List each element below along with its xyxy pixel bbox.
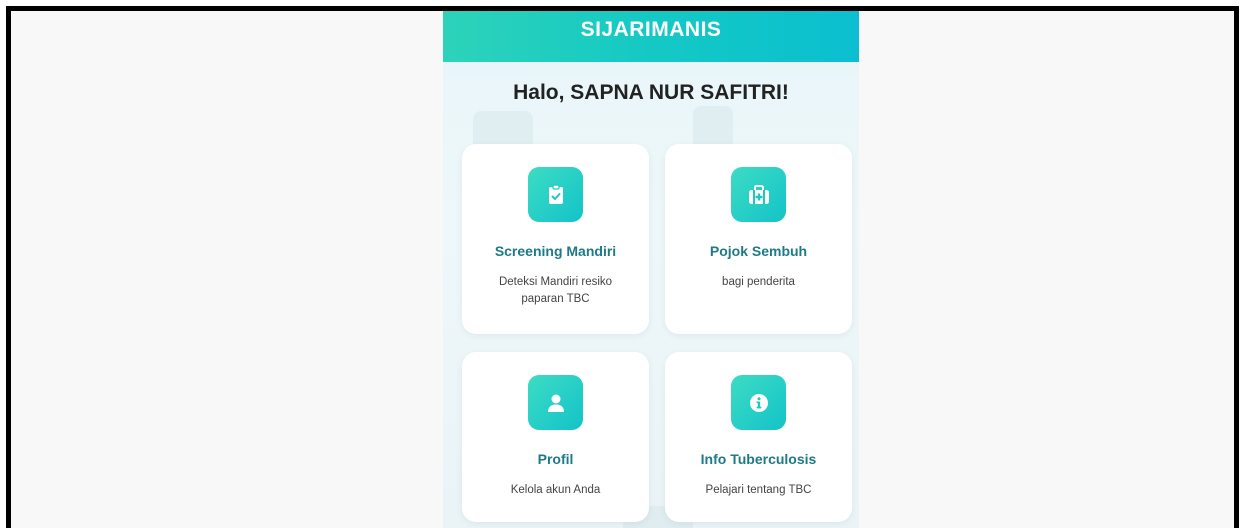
app-screen: SIJARIMANIS Halo, SAPNA NUR SAFITRI! Scr… bbox=[443, 11, 859, 528]
screenshot-frame: SIJARIMANIS Halo, SAPNA NUR SAFITRI! Scr… bbox=[6, 6, 1239, 528]
card-title: Profil bbox=[537, 451, 574, 467]
info-tuberculosis-card[interactable]: Info Tuberculosis Pelajari tentang TBC bbox=[665, 352, 852, 522]
app-header: SIJARIMANIS bbox=[443, 11, 859, 62]
greeting-text: Halo, SAPNA NUR SAFITRI! bbox=[513, 81, 789, 104]
info-icon bbox=[731, 375, 786, 430]
card-description: bagi penderita bbox=[722, 276, 795, 288]
card-description: Pelajari tentang TBC bbox=[705, 484, 812, 496]
screening-mandiri-card[interactable]: Screening Mandiri Deteksi Mandiri resiko… bbox=[462, 144, 649, 334]
clipboard-check-icon bbox=[528, 167, 583, 222]
pojok-sembuh-card[interactable]: Pojok Sembuh bagi penderita bbox=[665, 144, 852, 334]
medkit-icon bbox=[731, 167, 786, 222]
card-title: Info Tuberculosis bbox=[700, 451, 817, 467]
app-title: SIJARIMANIS bbox=[580, 18, 722, 41]
card-title: Screening Mandiri bbox=[494, 243, 617, 259]
user-icon bbox=[528, 375, 583, 430]
card-description: Deteksi Mandiri resiko paparan TBC bbox=[498, 276, 613, 305]
card-description: Kelola akun Anda bbox=[510, 484, 601, 496]
card-title: Pojok Sembuh bbox=[709, 243, 808, 259]
profil-card[interactable]: Profil Kelola akun Anda bbox=[462, 352, 649, 522]
